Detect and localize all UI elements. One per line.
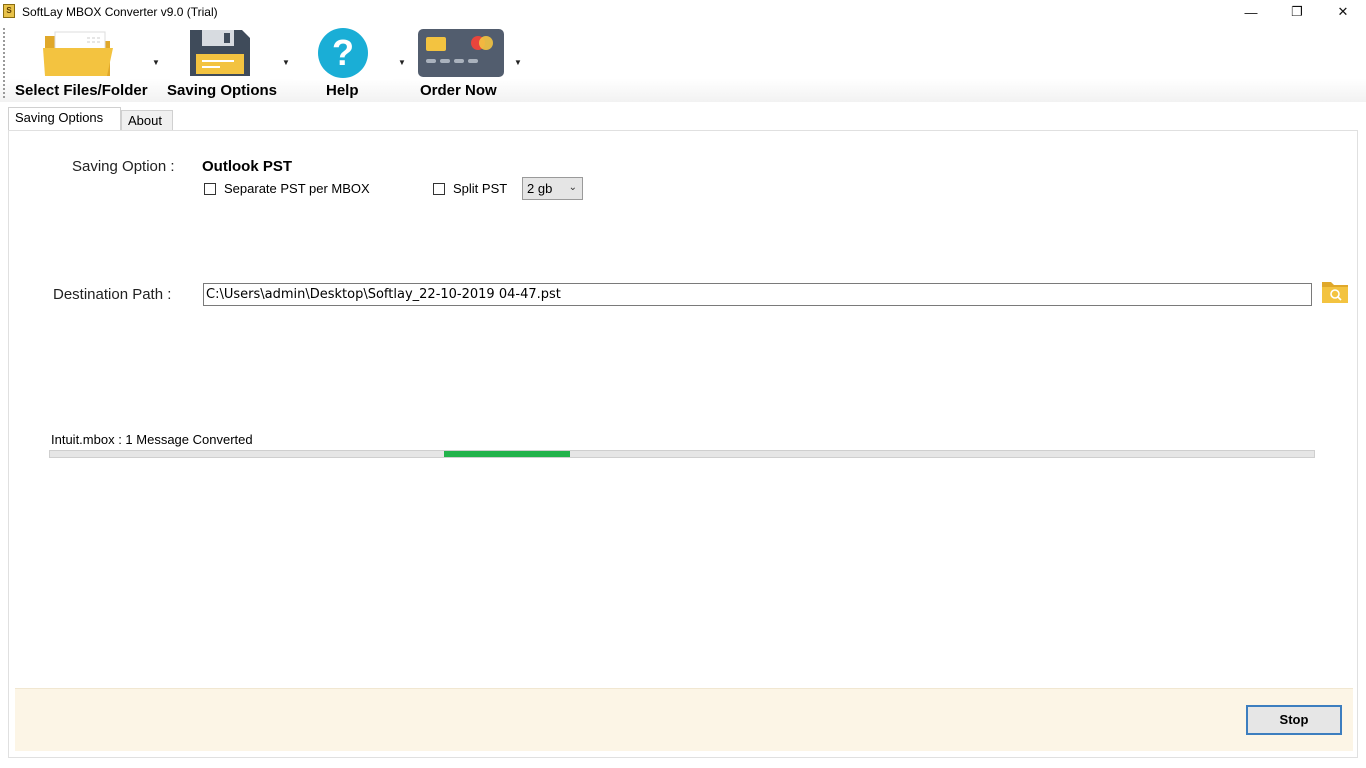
footer-bar: Stop: [15, 688, 1353, 751]
select-files-dropdown-arrow[interactable]: ▼: [152, 58, 160, 67]
toolbar-grip: [3, 28, 5, 98]
order-now-dropdown-arrow[interactable]: ▼: [514, 58, 522, 67]
minimize-button[interactable]: —: [1228, 0, 1274, 24]
window-title: SoftLay MBOX Converter v9.0 (Trial): [22, 5, 218, 19]
credit-card-icon: [410, 26, 510, 80]
app-icon: S: [3, 4, 15, 18]
chevron-down-icon: ⌄: [568, 182, 577, 193]
folder-icon: [29, 26, 129, 80]
separate-pst-checkbox[interactable]: Separate PST per MBOX: [204, 181, 370, 196]
saving-option-value: Outlook PST: [202, 158, 292, 175]
separate-pst-checkbox-box[interactable]: [204, 182, 216, 195]
saving-options-panel: Saving Option : Outlook PST Separate PST…: [8, 130, 1358, 758]
help-icon: ?: [293, 26, 393, 80]
stop-button[interactable]: Stop: [1246, 705, 1342, 735]
browse-folder-button[interactable]: [1321, 278, 1349, 304]
split-pst-checkbox-box[interactable]: [433, 182, 445, 195]
select-files-label: Select Files/Folder: [15, 82, 148, 99]
conversion-status-text: Intuit.mbox : 1 Message Converted: [51, 432, 253, 447]
split-size-select[interactable]: 2 gb ⌄: [522, 177, 583, 200]
svg-text:?: ?: [332, 32, 354, 73]
help-label: Help: [326, 82, 359, 99]
title-bar: S SoftLay MBOX Converter v9.0 (Trial) — …: [0, 0, 1366, 24]
split-pst-checkbox[interactable]: Split PST: [433, 181, 507, 196]
separate-pst-label: Separate PST per MBOX: [224, 181, 370, 196]
saving-options-dropdown-arrow[interactable]: ▼: [282, 58, 290, 67]
maximize-button[interactable]: ❐: [1274, 0, 1320, 24]
conversion-progress-bar: [49, 450, 1315, 458]
progress-bar-fill: [444, 451, 570, 457]
floppy-disk-icon: [170, 26, 270, 80]
saving-option-label: Saving Option :: [72, 158, 175, 175]
close-button[interactable]: ✕: [1320, 0, 1366, 24]
tab-saving-options[interactable]: Saving Options: [8, 107, 121, 131]
destination-path-label: Destination Path :: [53, 286, 172, 303]
split-pst-label: Split PST: [453, 181, 508, 196]
split-size-value: 2 gb: [527, 181, 553, 196]
help-dropdown-arrow[interactable]: ▼: [398, 58, 406, 67]
destination-path-input[interactable]: C:\Users\admin\Desktop\Softlay_22-10-201…: [203, 283, 1312, 306]
tab-about[interactable]: About: [121, 110, 173, 131]
saving-options-label: Saving Options: [167, 82, 278, 99]
toolbar: ▼ Select Files/Folder ▼ Saving Options ?…: [0, 24, 1366, 102]
folder-search-icon: [1322, 282, 1348, 303]
order-now-label: Order Now: [420, 82, 497, 99]
